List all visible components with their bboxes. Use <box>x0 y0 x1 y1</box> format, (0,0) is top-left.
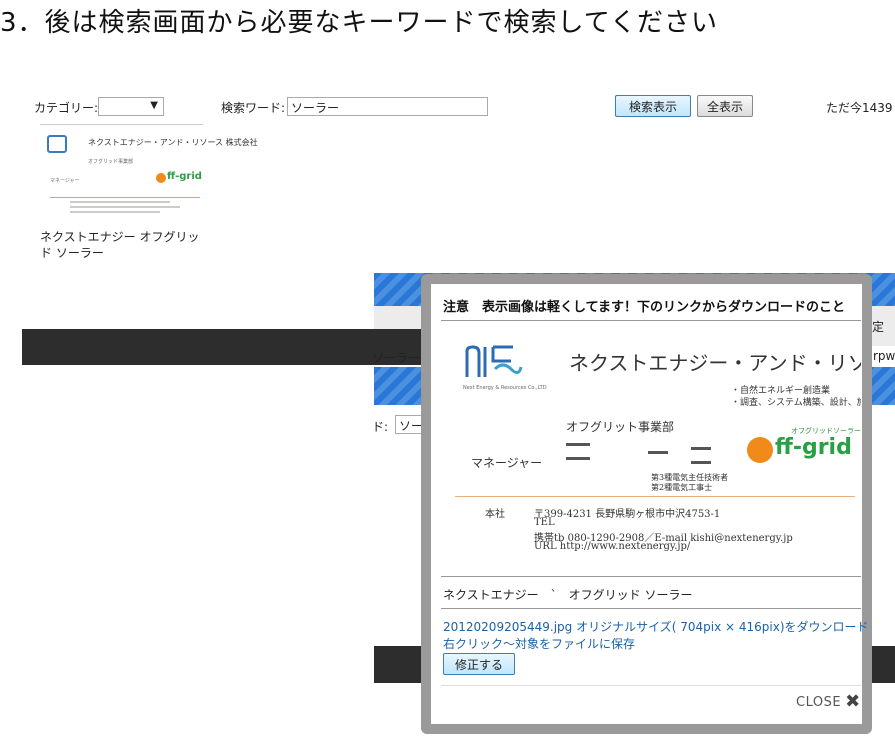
chevron-down-icon: ▼ <box>150 100 158 111</box>
keyword-input[interactable]: ソーラー <box>287 97 488 116</box>
background-dark-bar <box>22 329 422 365</box>
card-department: オフグリット事業部 <box>566 420 675 434</box>
background-text: 定 <box>872 320 885 334</box>
offgrid-logo-icon <box>747 437 773 463</box>
result-caption[interactable]: ネクストエナジー オフグリッド ソーラー <box>40 229 205 261</box>
modal-caption: ネクストエナジー ` オフグリッド ソーラー <box>443 588 693 602</box>
thumb-address-line <box>70 201 170 203</box>
page-heading: 3．後は検索画面から必要なキーワードで検索してください <box>0 8 718 38</box>
background-label: ド: <box>372 420 389 434</box>
card-address: 〒399-4231 長野県駒ヶ根市中沢4753-1 <box>534 509 721 520</box>
save-hint: 右クリック～対象をファイルに保存 <box>443 637 636 651</box>
search-button[interactable]: 検索表示 <box>615 95 691 117</box>
thumb-address-line <box>70 206 180 208</box>
business-card-image[interactable]: Next Energy & Resources Co.,LTD ネクストエナジー… <box>441 329 861 569</box>
result-thumbnail[interactable]: ネクストエナジー・アンド・リソース 株式会社 オフグリッド事業部 マネージャー … <box>40 124 258 224</box>
close-button[interactable]: CLOSE ✖ <box>796 693 860 711</box>
modal-body: 注意 表示画像は軽くしてます！下のリンクからダウンロードのこと Next Ene… <box>431 284 869 724</box>
background-text: rpw] <box>873 349 895 363</box>
thumb-company-name: ネクストエナジー・アンド・リソース 株式会社 <box>88 138 258 147</box>
card-business-line: ・調査、システム構築、設計、施工 <box>731 398 861 408</box>
card-hq-label: 本社 <box>485 509 505 520</box>
modal-divider <box>441 320 861 321</box>
show-all-button[interactable]: 全表示 <box>697 95 753 117</box>
modal-divider <box>441 608 861 609</box>
card-tel: TEL <box>534 517 555 528</box>
modal-notice: 注意 表示画像は軽くしてます！下のリンクからダウンロードのこと <box>443 300 845 315</box>
thumb-title: マネージャー <box>50 178 80 184</box>
thumb-address-line <box>70 211 160 213</box>
modal-divider <box>441 576 861 577</box>
offgrid-logo-icon <box>156 173 166 183</box>
card-name-redacted <box>566 437 716 469</box>
close-icon: ✖ <box>845 691 861 712</box>
thumb-brand: ff-grid <box>167 171 202 182</box>
thumb-divider <box>50 197 200 198</box>
download-link[interactable]: 20120209205449.jpg オリジナルサイズ( 704pix × 41… <box>443 618 869 635</box>
close-label: CLOSE <box>796 694 842 710</box>
card-divider <box>455 496 855 497</box>
modal-divider <box>441 685 861 686</box>
edit-button[interactable]: 修正する <box>443 653 515 675</box>
card-qualification: 第2種電気工事士 <box>651 483 713 492</box>
category-select[interactable]: ▼ <box>98 97 164 116</box>
logo-caption: Next Energy & Resources Co.,LTD <box>463 385 547 391</box>
record-count-status: ただ今1439 <box>826 101 893 115</box>
keyword-label: 検索ワード: <box>221 101 286 115</box>
company-logo-icon <box>463 343 523 381</box>
image-modal: 注意 表示画像は軽くしてます！下のリンクからダウンロードのこと Next Ene… <box>421 274 872 734</box>
card-url: URL http://www.nextenergy.jp/ <box>534 541 691 552</box>
company-logo-icon <box>47 135 67 153</box>
card-title: マネージャー <box>471 456 543 470</box>
card-brand: ff-grid <box>775 435 852 460</box>
thumb-department: オフグリッド事業部 <box>88 159 134 165</box>
category-label: カテゴリー: <box>34 101 99 115</box>
card-company-name: ネクストエナジー・アンド・リソース 株式会社 <box>569 351 861 375</box>
